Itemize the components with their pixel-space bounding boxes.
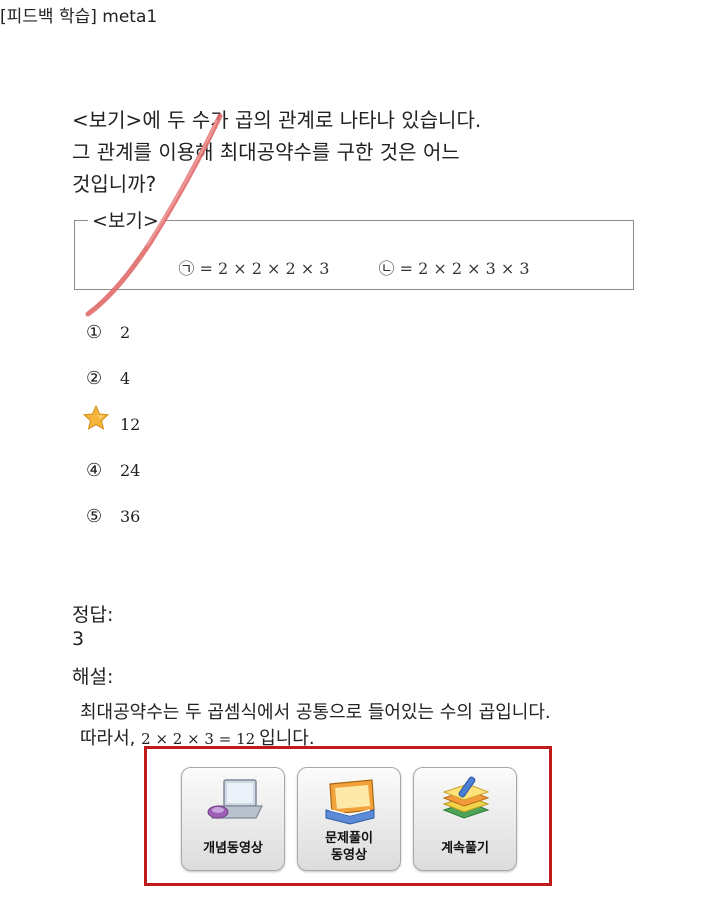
question-line: <보기>에 두 수가 곱의 관계로 나타나 있습니다. — [72, 108, 482, 132]
continue-label: 계속풀기 — [441, 841, 489, 856]
page-title: [피드백 학습] meta1 — [0, 7, 158, 27]
solution-video-label-line: 동영상 — [331, 848, 367, 863]
concept-video-button[interactable]: 개념동영상 — [181, 767, 285, 871]
explanation-prefix: 따라서, — [80, 728, 136, 749]
question-line: 그 관계를 이용해 최대공약수를 구한 것은 어느 — [72, 140, 460, 164]
answer-value: 3 — [72, 628, 85, 650]
notepad-pencil-icon — [442, 776, 490, 819]
laptop-icon — [207, 779, 263, 819]
solution-video-label-line: 문제풀이 — [325, 831, 373, 846]
answer-label: 정답: — [72, 604, 114, 626]
expression-b: ㉡ = 2 × 2 × 3 × 3 — [378, 259, 530, 278]
explanation-label: 해설: — [72, 666, 114, 688]
choice-2[interactable]: ②4 — [86, 368, 130, 394]
choice-number: ④ — [86, 460, 103, 481]
choice-number: ② — [86, 368, 103, 389]
choice-1[interactable]: ①2 — [86, 322, 130, 348]
choice-value: 4 — [120, 369, 131, 388]
continue-button[interactable]: 계속풀기 — [413, 767, 517, 871]
solution-video-button[interactable]: 문제풀이 동영상 — [297, 767, 401, 871]
choice-value: 2 — [120, 323, 131, 342]
open-book-icon — [325, 779, 375, 825]
choice-number: ① — [86, 322, 103, 343]
explanation-text: 최대공약수는 두 곱셈식에서 공통으로 들어있는 수의 곱입니다. 따라서, 2… — [80, 700, 551, 752]
solution-video-label: 문제풀이 동영상 — [298, 830, 400, 864]
question-line: 것입니까? — [72, 172, 157, 196]
choice-value: 12 — [120, 415, 141, 434]
star-icon — [82, 404, 110, 431]
choice-value: 36 — [120, 507, 141, 526]
concept-video-label: 개념동영상 — [203, 841, 263, 856]
choice-4[interactable]: ④ 24 — [86, 460, 140, 486]
question-text: <보기>에 두 수가 곱의 관계로 나타나 있습니다. 그 관계를 이용해 최대… — [72, 104, 592, 200]
choice-value: 24 — [120, 461, 141, 480]
choice-number: ⑤ — [86, 506, 103, 527]
choice-5[interactable]: ⑤ 36 — [86, 506, 140, 532]
example-box-label: <보기> — [88, 206, 163, 233]
explanation-line: 최대공약수는 두 곱셈식에서 공통으로 들어있는 수의 곱입니다. — [80, 702, 551, 723]
example-expressions: ㉠ = 2 × 2 × 2 × 3 ㉡ = 2 × 2 × 3 × 3 — [75, 255, 633, 279]
expression-a: ㉠ = 2 × 2 × 2 × 3 — [178, 259, 330, 278]
action-panel: 개념동영상 문제풀이 동영상 계속풀기 — [144, 746, 552, 886]
